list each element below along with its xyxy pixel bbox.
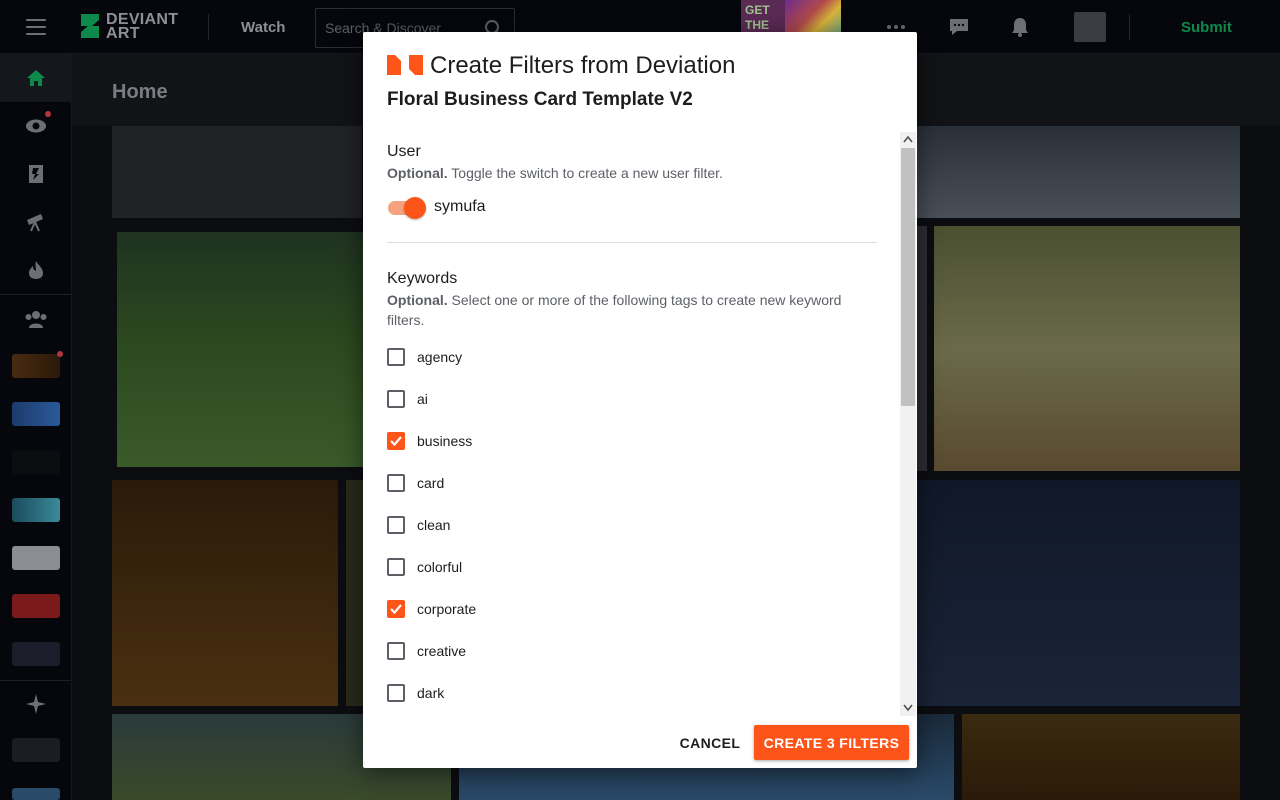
cancel-button[interactable]: CANCEL — [670, 726, 750, 760]
keyword-label: creative — [417, 643, 467, 659]
scrollbar-thumb[interactable] — [901, 148, 915, 406]
checkbox-checked[interactable] — [387, 600, 405, 618]
keyword-checkbox-row[interactable]: business — [387, 429, 687, 453]
keyword-label: card — [417, 475, 445, 491]
create-filters-dialog: Create Filters from Deviation Floral Bus… — [363, 32, 917, 768]
keyword-label: colorful — [417, 559, 463, 575]
checkbox-unchecked[interactable] — [387, 684, 405, 702]
keyword-label: clean — [417, 517, 451, 533]
keyword-checkbox-row[interactable]: agency — [387, 345, 687, 369]
keyword-checkbox-row[interactable]: colorful — [387, 555, 687, 579]
deviation-title: Floral Business Card Template V2 — [387, 89, 693, 110]
section-divider — [387, 242, 877, 243]
checkbox-unchecked[interactable] — [387, 516, 405, 534]
dialog-scroll-area[interactable]: User Optional. Toggle the switch to crea… — [363, 132, 917, 716]
dialog-title: Create Filters from Deviation — [430, 52, 736, 79]
checkbox-unchecked[interactable] — [387, 390, 405, 408]
keyword-checkbox-row[interactable]: clean — [387, 513, 687, 537]
keyword-checkbox-row[interactable]: corporate — [387, 597, 687, 621]
keyword-label: agency — [417, 349, 463, 365]
checkbox-unchecked[interactable] — [387, 348, 405, 366]
toggle-knob — [404, 197, 426, 219]
scroll-down-arrow-icon[interactable] — [903, 704, 913, 712]
dialog-scrollbar[interactable] — [900, 132, 916, 716]
user-section-title: User — [387, 143, 421, 160]
filter-logo-icon — [387, 55, 423, 75]
keyword-label: corporate — [417, 601, 477, 617]
checkmark-icon — [390, 604, 402, 615]
keyword-checkbox-row[interactable]: card — [387, 471, 687, 495]
user-section-description: Optional. Toggle the switch to create a … — [387, 165, 723, 181]
keyword-checkbox-row[interactable]: ai — [387, 387, 687, 411]
keyword-checkbox-row[interactable]: dark — [387, 681, 687, 705]
keyword-label: business — [417, 433, 473, 449]
username-label: symufa — [434, 198, 486, 215]
checkbox-unchecked[interactable] — [387, 474, 405, 492]
keywords-section-title: Keywords — [387, 270, 458, 287]
user-filter-toggle[interactable] — [388, 197, 426, 219]
keywords-section-description: Optional. Select one or more of the foll… — [387, 292, 842, 328]
checkbox-unchecked[interactable] — [387, 558, 405, 576]
keyword-checkbox-row[interactable]: creative — [387, 639, 687, 663]
create-filters-button[interactable]: CREATE 3 FILTERS — [754, 725, 909, 760]
keyword-label: ai — [417, 391, 428, 407]
checkbox-checked[interactable] — [387, 432, 405, 450]
checkbox-unchecked[interactable] — [387, 642, 405, 660]
scroll-up-arrow-icon[interactable] — [903, 135, 913, 143]
checkmark-icon — [390, 436, 402, 447]
keyword-label: dark — [417, 685, 445, 701]
